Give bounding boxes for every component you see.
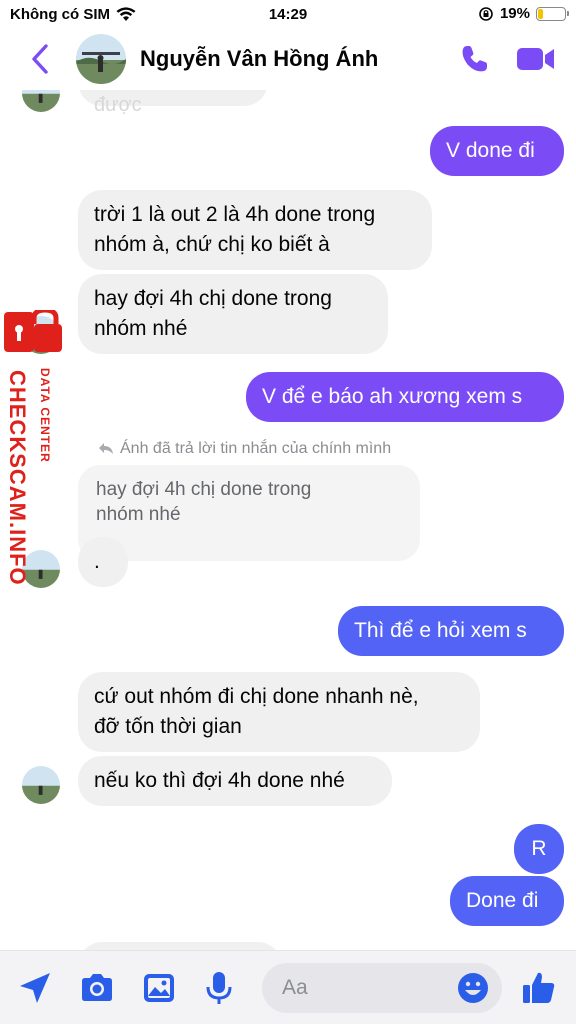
reply-note: Ánh đã trả lời tin nhắn của chính mình (98, 440, 391, 458)
message-text: nếu ko thì đợi 4h done nhé (94, 769, 345, 792)
message-text-line: trời 1 là out 2 là 4h done trong (94, 203, 376, 226)
battery-icon (536, 6, 569, 21)
message-incoming[interactable]: hay đợi 4h chị done trong nhóm nhé (78, 274, 388, 354)
location-arrow-icon[interactable] (16, 969, 54, 1007)
reply-arrow-icon (99, 443, 113, 454)
back-arrow-icon[interactable] (26, 42, 56, 76)
message-text: V done đi (446, 139, 535, 162)
emoji-icon[interactable] (456, 971, 490, 1005)
orientation-lock-icon (479, 6, 493, 21)
contact-avatar-small[interactable] (22, 766, 60, 804)
message-text-line: đỡ tốn thời gian (94, 715, 242, 738)
avatar-photo-icon (22, 766, 60, 804)
message-input[interactable] (282, 975, 462, 1001)
contact-avatar[interactable] (76, 34, 126, 84)
message-text: V để e báo ah xương xem s (262, 385, 523, 408)
message-incoming[interactable]: nếu ko thì đợi 4h done nhé (78, 756, 392, 806)
message-text: R (531, 837, 547, 860)
message-outgoing[interactable]: Thì để e hỏi xem s (338, 606, 564, 656)
message-outgoing[interactable]: V để e báo ah xương xem s (246, 372, 564, 422)
message-text-line: hay đợi 4h chị done trong (94, 287, 332, 310)
message-incoming[interactable]: . (78, 537, 128, 587)
quoted-text-line: nhóm nhé (96, 504, 181, 525)
battery-percent: 19% (499, 5, 530, 22)
message-text: là không bảo được (94, 94, 142, 116)
camera-icon[interactable] (78, 969, 116, 1007)
avatar-photo-icon (22, 90, 60, 112)
microphone-icon[interactable] (200, 969, 238, 1007)
composer-bar (0, 950, 576, 1024)
message-incoming[interactable]: cứ out nhóm đi chị done nhanh nè, đỡ tốn… (78, 672, 480, 752)
thumbs-up-icon[interactable] (520, 969, 558, 1007)
message-outgoing[interactable]: Done đi (450, 876, 564, 926)
message-text: Done đi (466, 889, 539, 912)
message-text-line: cứ out nhóm đi chị done nhanh nè, (94, 685, 419, 708)
padlock-logo-icon (4, 307, 62, 352)
message-outgoing[interactable]: V done đi (430, 126, 564, 176)
video-call-icon[interactable] (516, 44, 556, 74)
avatar-photo-icon (76, 34, 126, 84)
message-text: . (94, 550, 100, 573)
message-list[interactable]: là không bảo được V done đi trời 1 là ou… (0, 90, 576, 950)
message-outgoing[interactable]: R (514, 824, 564, 874)
message-text: Thì để e hỏi xem s (354, 619, 527, 642)
contact-name[interactable]: Nguyễn Vân Hồng Ánh (140, 46, 378, 72)
message-incoming[interactable]: trời 1 là out 2 là 4h done trong nhóm à,… (78, 190, 432, 270)
contact-avatar-small[interactable] (22, 90, 60, 112)
photo-gallery-icon[interactable] (140, 969, 178, 1007)
chat-header: Nguyễn Vân Hồng Ánh (0, 30, 576, 90)
reply-note-text: Ánh đã trả lời tin nhắn của chính mình (120, 440, 392, 457)
quoted-text-line: hay đợi 4h chị done trong (96, 479, 312, 500)
watermark-logo (0, 307, 70, 590)
battery-fill (538, 8, 543, 19)
status-right: 19% (478, 5, 569, 22)
status-bar: Không có SIM 14:29 19% (0, 0, 576, 30)
message-partial[interactable]: là không bảo được (78, 90, 268, 116)
message-text-line: nhóm à, chứ chị ko biết à (94, 233, 330, 256)
message-text-line: nhóm nhé (94, 317, 188, 340)
phone-call-icon[interactable] (458, 42, 492, 76)
message-partial[interactable] (78, 942, 282, 950)
quoted-message[interactable]: hay đợi 4h chị done trong nhóm nhé (78, 465, 420, 561)
